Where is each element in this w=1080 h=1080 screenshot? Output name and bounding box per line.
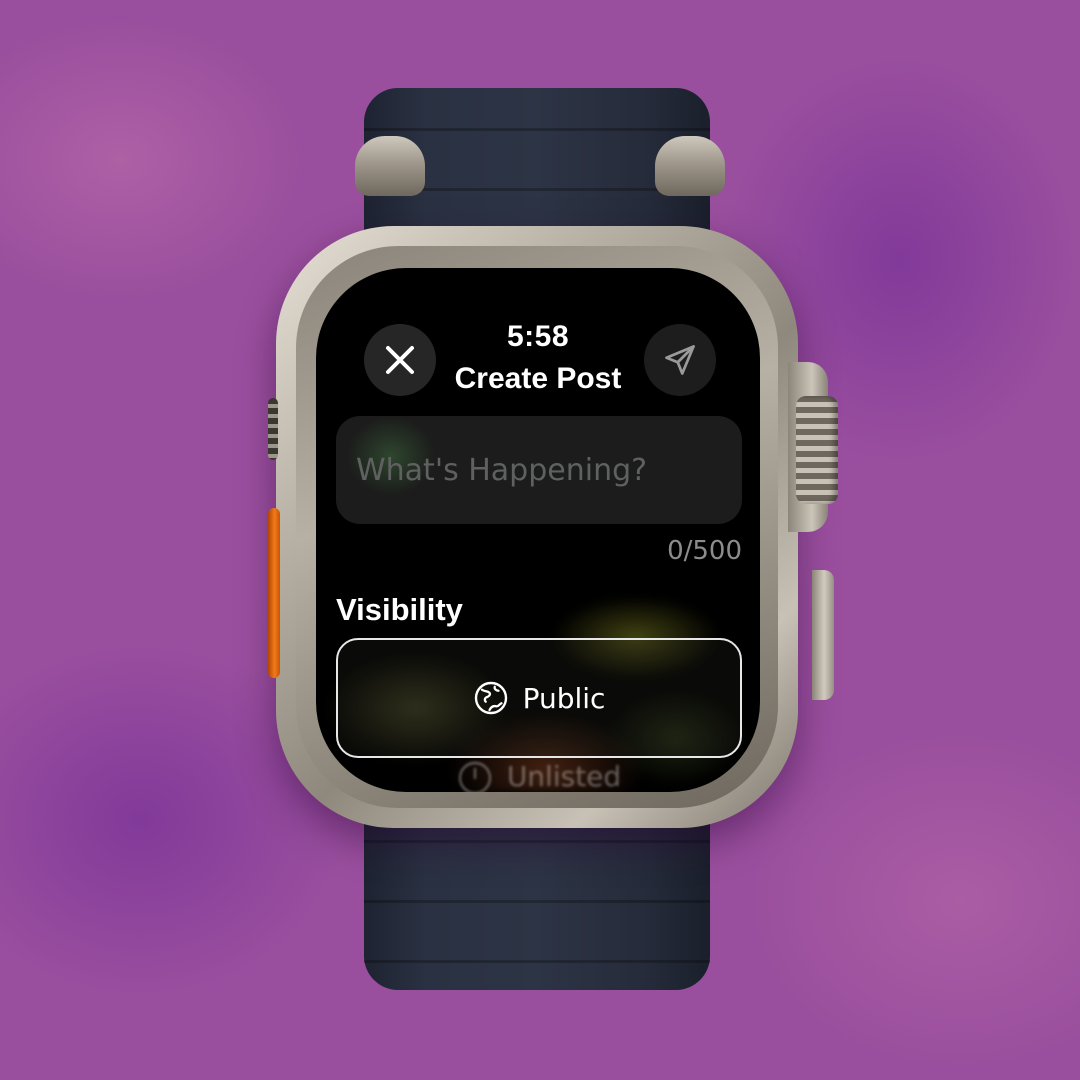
visibility-option-label: Unlisted (506, 760, 622, 792)
visibility-option-label: Public (522, 681, 606, 715)
paper-plane-icon (665, 345, 695, 375)
post-input[interactable] (356, 416, 726, 524)
side-button[interactable] (812, 570, 834, 700)
action-button[interactable] (268, 508, 280, 678)
visibility-option-unlisted[interactable]: Unlisted (336, 760, 742, 792)
send-button[interactable] (644, 324, 716, 396)
unlisted-icon (458, 761, 492, 792)
post-text-field[interactable] (336, 416, 742, 524)
watch-screen: 5:58 Create Post 0/500 Visibility Public… (316, 268, 760, 792)
watch-lug-right (655, 136, 725, 196)
globe-icon (474, 681, 507, 715)
visibility-label: Visibility (336, 592, 463, 627)
digital-crown[interactable] (796, 396, 838, 504)
watch-band-bottom (364, 800, 710, 990)
visibility-option-public[interactable]: Public (336, 638, 742, 758)
watch-speaker (268, 398, 278, 460)
character-count: 0/500 (667, 536, 742, 566)
watch-lug-left (355, 136, 425, 196)
